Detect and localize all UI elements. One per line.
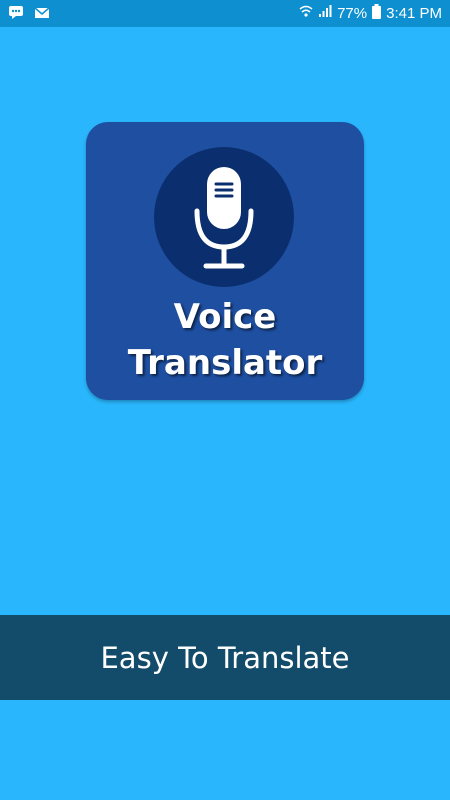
battery-percent: 77%: [337, 5, 368, 22]
tagline-banner: Easy To Translate: [0, 615, 450, 700]
chat-notification-icon: [8, 5, 24, 23]
battery-icon: [372, 3, 382, 25]
clock: 3:41 PM: [386, 5, 442, 22]
email-icon: [34, 6, 50, 23]
signal-icon: [318, 4, 332, 24]
microphone-icon: [194, 167, 254, 269]
mic-badge: [154, 147, 294, 287]
wifi-icon: [299, 4, 313, 24]
system-status: 77% 3:41 PM: [299, 3, 442, 25]
app-logo: Voice Translator: [86, 122, 364, 400]
status-bar: 77% 3:41 PM: [0, 0, 450, 27]
tagline-text: Easy To Translate: [100, 640, 350, 675]
app-title: Voice Translator: [86, 294, 364, 386]
app-title-line2: Translator: [127, 343, 323, 383]
notification-icons: [8, 5, 50, 23]
app-title-line1: Voice: [173, 297, 277, 337]
